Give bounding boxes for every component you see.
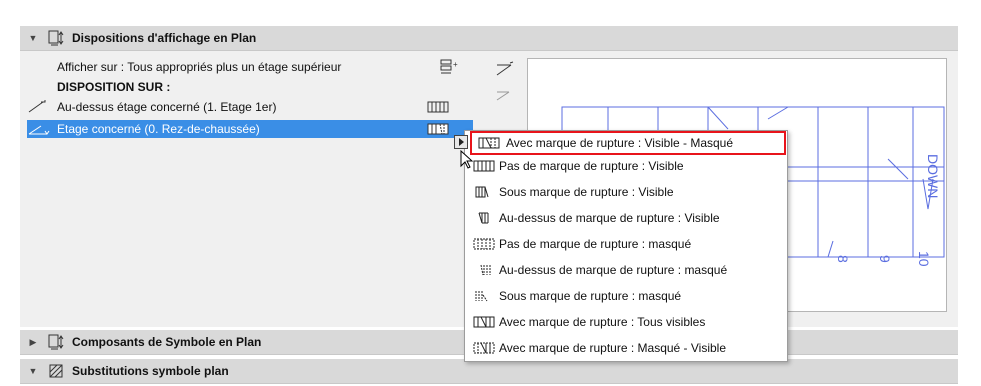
stair-current-preview-icon[interactable] (494, 88, 516, 105)
list-item-current-story[interactable]: Etage concerné (0. Rez-de-chaussée) (27, 120, 473, 138)
mouse-cursor-icon (460, 149, 474, 173)
show-on-row[interactable]: Afficher sur : Tous appropriés plus un é… (27, 58, 473, 76)
stair-digit: 10 (916, 251, 932, 267)
dropdown-item-label: Avec marque de rupture : Masqué - Visibl… (499, 341, 727, 355)
dropdown-open-button[interactable] (454, 135, 468, 149)
dropdown-item-label: Avec marque de rupture : Tous visibles (499, 315, 706, 329)
dropdown-item-selected[interactable]: Avec marque de rupture : Visible - Masqu… (470, 131, 786, 155)
disposition-header-row: DISPOSITION SUR : (27, 78, 473, 96)
section-header-plan-display[interactable]: ▼ Dispositions d'affichage en Plan (20, 26, 958, 51)
stair-digit: 8 (835, 255, 851, 263)
no-break-hidden-icon (473, 238, 495, 250)
list-item-label: Au-dessus étage concerné (1. Etage 1er) (57, 100, 277, 114)
dropdown-item-label: Pas de marque de rupture : Visible (499, 159, 684, 173)
break-visible-hidden-icon (478, 137, 500, 149)
list-item-label: Etage concerné (0. Rez-de-chaussée) (57, 122, 260, 136)
play-arrow-icon (459, 138, 464, 146)
dropdown-item[interactable]: Au-dessus de marque de rupture : Visible (465, 207, 787, 229)
collapse-arrow-icon[interactable]: ▼ (26, 366, 40, 376)
no-break-visible-icon (473, 160, 495, 172)
expand-arrow-icon[interactable]: ▶ (26, 337, 40, 348)
dropdown-item[interactable]: Sous marque de rupture : Visible (465, 181, 787, 203)
list-item-above-story[interactable]: Au-dessus étage concerné (1. Etage 1er) (27, 98, 473, 116)
stair-label: DOWN (925, 154, 941, 198)
break-mark-icon[interactable] (427, 123, 449, 138)
dropdown-item-label: Avec marque de rupture : Visible - Masqu… (506, 136, 734, 150)
dropdown-item-label: Au-dessus de marque de rupture : Visible (499, 211, 720, 225)
break-mark-dropdown: Pas de marque de rupture : Visible Sous … (464, 130, 788, 362)
dropdown-item-label: Au-dessus de marque de rupture : masqué (499, 263, 728, 277)
symbol-substitution-icon (48, 363, 64, 379)
stair-digit: 9 (877, 255, 893, 263)
symbol-components-icon (48, 334, 64, 350)
above-break-visible-icon (478, 212, 489, 224)
stair-current-icon (27, 121, 51, 140)
section-header-symbol-substitutions[interactable]: ▼ Substitutions symbole plan (20, 359, 958, 384)
break-all-visible-icon (473, 316, 495, 328)
section-title: Composants de Symbole en Plan (72, 335, 262, 349)
break-hidden-visible-icon (473, 342, 495, 354)
stair-above-icon[interactable] (494, 60, 516, 81)
svg-text:+: + (453, 60, 458, 69)
story-selector-icon[interactable]: + (439, 58, 459, 79)
dropdown-item[interactable]: Pas de marque de rupture : masqué (465, 233, 787, 255)
disposition-header: DISPOSITION SUR : (57, 80, 171, 94)
section-title: Dispositions d'affichage en Plan (72, 31, 257, 45)
show-on-label: Afficher sur : Tous appropriés plus un é… (57, 60, 342, 74)
plan-display-icon (48, 30, 64, 46)
dropdown-item-label: Pas de marque de rupture : masqué (499, 237, 692, 251)
dropdown-item[interactable]: Sous marque de rupture : masqué (465, 285, 787, 307)
above-break-hidden-icon (480, 264, 491, 276)
stair-up-icon (27, 99, 47, 118)
below-break-visible-icon (475, 186, 489, 198)
dropdown-item[interactable]: Pas de marque de rupture : Visible (465, 155, 787, 177)
below-break-hidden-icon (475, 291, 488, 302)
dropdown-item[interactable]: Avec marque de rupture : Masqué - Visibl… (465, 337, 787, 359)
dropdown-item-label: Sous marque de rupture : Visible (499, 185, 674, 199)
display-mode-icon[interactable] (427, 101, 449, 116)
section-title: Substitutions symbole plan (72, 364, 229, 378)
collapse-arrow-icon[interactable]: ▼ (26, 33, 40, 43)
dropdown-item-label: Sous marque de rupture : masqué (499, 289, 682, 303)
dropdown-item[interactable]: Au-dessus de marque de rupture : masqué (465, 259, 787, 281)
dropdown-item[interactable]: Avec marque de rupture : Tous visibles (465, 311, 787, 333)
